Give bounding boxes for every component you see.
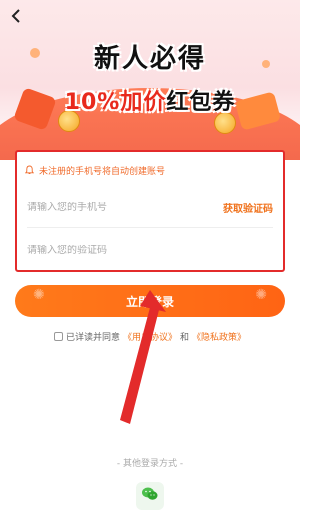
login-form-card: 未注册的手机号将自动创建账号 获取验证码 <box>15 150 285 272</box>
hero-subtitle-coupon: 红包券 <box>166 90 236 115</box>
login-button[interactable]: ✺ 立即登录 ✺ <box>15 285 285 317</box>
verification-code-input[interactable] <box>27 244 197 256</box>
hero-subtitle-percent: 10%加价 <box>64 90 167 115</box>
agreement-prefix: 已详读并同意 <box>65 333 120 343</box>
hero-subtitle: 10%加价红包券 <box>0 84 300 116</box>
agreement-and: 和 <box>180 333 190 343</box>
wechat-login-button[interactable] <box>136 482 164 510</box>
user-agreement-link[interactable]: 《用户协议》 <box>123 330 177 343</box>
agreement-checkbox[interactable] <box>53 332 63 341</box>
other-login-label: - 其他登录方式 - <box>116 459 184 469</box>
hero-title: 新人必得 <box>93 44 206 74</box>
auto-register-notice: 未注册的手机号将自动创建账号 <box>24 162 275 178</box>
hero-banner <box>0 0 300 160</box>
agreement-row: 已详读并同意 《用户协议》 和 《隐私政策》 <box>0 330 300 343</box>
get-code-button[interactable]: 获取验证码 <box>223 200 273 215</box>
code-row <box>27 230 273 270</box>
privacy-policy-link[interactable]: 《隐私政策》 <box>192 330 246 343</box>
firework-decoration-icon: ✺ <box>33 287 45 303</box>
phone-input[interactable] <box>27 202 197 213</box>
firework-decoration-icon: ✺ <box>255 287 267 303</box>
back-arrow-icon[interactable] <box>6 6 26 26</box>
phone-row: 获取验证码 <box>27 188 273 228</box>
notice-text: 未注册的手机号将自动创建账号 <box>39 166 166 177</box>
bell-icon <box>24 165 35 175</box>
login-button-label: 立即登录 <box>125 294 174 309</box>
wechat-icon <box>141 486 159 506</box>
